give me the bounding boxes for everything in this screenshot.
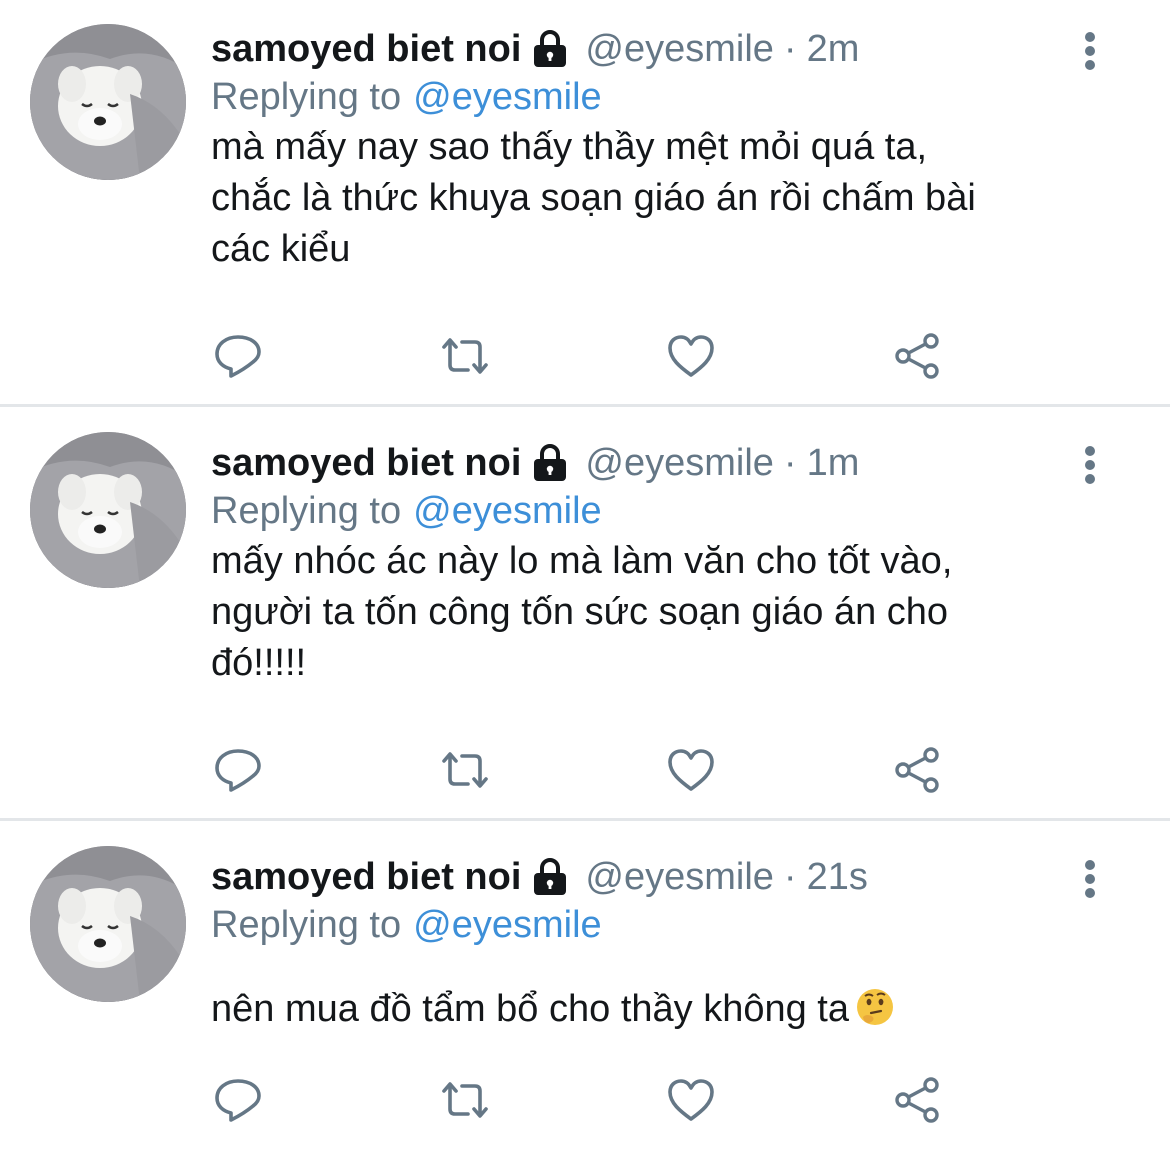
more-vertical-icon[interactable] — [1070, 26, 1110, 76]
tweet-divider — [0, 818, 1170, 821]
replying-mention-link[interactable]: @eyesmile — [413, 490, 602, 532]
like-icon[interactable] — [663, 742, 719, 798]
like-icon[interactable] — [663, 328, 719, 384]
more-vertical-icon[interactable] — [1070, 440, 1110, 490]
tweet[interactable]: samoyed biet noi @eyesmile · 21s Replyin… — [0, 846, 1170, 1152]
author-name[interactable]: samoyed biet noi — [211, 852, 521, 902]
tweet-text: mà mấy nay sao thấy thầy mệt mỏi quá ta,… — [211, 122, 1141, 275]
samoyed-avatar-image — [30, 432, 186, 588]
tweet[interactable]: samoyed biet noi @eyesmile · 2m Replying… — [0, 24, 1170, 404]
tweet-text-line: mà mấy nay sao thấy thầy mệt mỏi quá ta, — [211, 126, 928, 168]
replying-to: Replying to @eyesmile — [211, 900, 602, 950]
retweet-icon[interactable] — [437, 328, 493, 384]
share-icon[interactable] — [889, 1072, 945, 1128]
tweet-text-line: chắc là thức khuya soạn giáo án rồi chấm… — [211, 177, 976, 219]
tweet-thread: samoyed biet noi @eyesmile · 2m Replying… — [0, 0, 1170, 1152]
tweet-header: samoyed biet noi @eyesmile · 2m — [211, 24, 859, 74]
tweet[interactable]: samoyed biet noi @eyesmile · 1m Replying… — [0, 432, 1170, 818]
tweet-header: samoyed biet noi @eyesmile · 1m — [211, 438, 859, 488]
timestamp[interactable]: 21s — [807, 852, 868, 902]
replying-mention-link[interactable]: @eyesmile — [413, 904, 602, 946]
thinking-face-icon — [855, 987, 895, 1027]
reply-icon[interactable] — [210, 742, 266, 798]
avatar[interactable] — [30, 24, 186, 180]
tweet-text: nên mua đồ tẩm bổ cho thầy không ta — [211, 984, 1141, 1035]
avatar[interactable] — [30, 432, 186, 588]
lock-icon — [531, 443, 569, 483]
tweet-divider — [0, 404, 1170, 407]
separator-dot: · — [783, 28, 797, 70]
share-icon[interactable] — [889, 328, 945, 384]
replying-label: Replying to — [211, 904, 402, 946]
lock-icon — [531, 857, 569, 897]
retweet-icon[interactable] — [437, 742, 493, 798]
samoyed-avatar-image — [30, 24, 186, 180]
lock-icon — [531, 29, 569, 69]
tweet-text: mấy nhóc ác này lo mà làm văn cho tốt và… — [211, 536, 1141, 689]
author-handle[interactable]: @eyesmile — [585, 852, 774, 902]
tweet-actions — [211, 1072, 971, 1132]
tweet-header: samoyed biet noi @eyesmile · 21s — [211, 852, 868, 902]
separator-dot: · — [783, 856, 797, 898]
timestamp[interactable]: 2m — [807, 24, 860, 74]
tweet-text-line: mấy nhóc ác này lo mà làm văn cho tốt và… — [211, 540, 953, 582]
more-vertical-icon[interactable] — [1070, 854, 1110, 904]
avatar[interactable] — [30, 846, 186, 1002]
reply-icon[interactable] — [210, 1072, 266, 1128]
reply-icon[interactable] — [210, 328, 266, 384]
author-handle[interactable]: @eyesmile — [585, 24, 774, 74]
separator-dot: · — [783, 442, 797, 484]
replying-label: Replying to — [211, 76, 402, 118]
retweet-icon[interactable] — [437, 1072, 493, 1128]
author-name[interactable]: samoyed biet noi — [211, 438, 521, 488]
tweet-text-line: nên mua đồ tẩm bổ cho thầy không ta — [211, 984, 1141, 1035]
tweet-text-line: đó!!!!! — [211, 642, 307, 684]
tweet-text-line: các kiểu — [211, 228, 351, 270]
tweet-actions — [211, 328, 971, 388]
samoyed-avatar-image — [30, 846, 186, 1002]
tweet-text-line: người ta tốn công tốn sức soạn giáo án c… — [211, 591, 949, 633]
share-icon[interactable] — [889, 742, 945, 798]
replying-to: Replying to @eyesmile — [211, 72, 602, 122]
tweet-text-content: nên mua đồ tẩm bổ cho thầy không ta — [211, 988, 849, 1030]
replying-mention-link[interactable]: @eyesmile — [413, 76, 602, 118]
timestamp[interactable]: 1m — [807, 438, 860, 488]
like-icon[interactable] — [663, 1072, 719, 1128]
replying-label: Replying to — [211, 490, 402, 532]
replying-to: Replying to @eyesmile — [211, 486, 602, 536]
author-handle[interactable]: @eyesmile — [585, 438, 774, 488]
tweet-actions — [211, 742, 971, 802]
author-name[interactable]: samoyed biet noi — [211, 24, 521, 74]
